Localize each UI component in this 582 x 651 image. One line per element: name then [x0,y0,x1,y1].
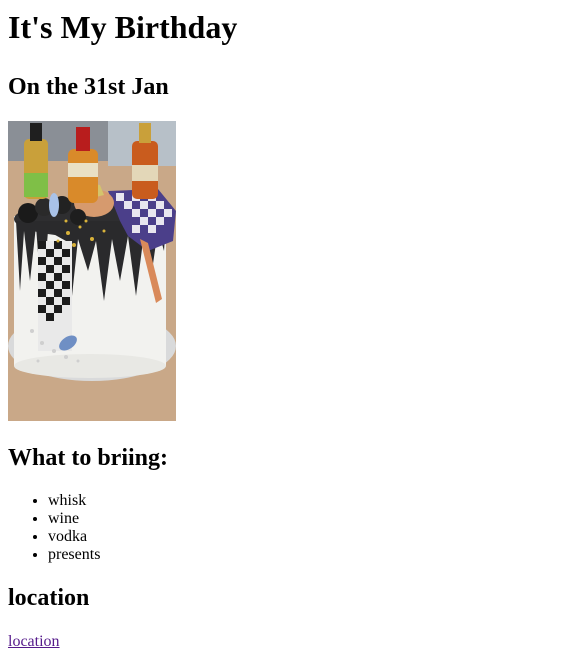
location-link-container: location [8,633,574,651]
list-item: wine [48,510,574,528]
list-item: whisk [48,492,574,510]
list-item: presents [48,546,574,564]
birthday-cake-photo [8,121,176,421]
list-item: vodka [48,528,574,546]
page-title: It's My Birthday [8,9,238,45]
location-heading: location [8,585,90,611]
bring-heading: What to briing: [8,445,169,471]
bring-list: whisk wine vodka presents [8,492,574,564]
date-heading: On the 31st Jan [8,74,169,100]
page: It's My Birthday On the 31st Jan What to… [0,8,582,651]
